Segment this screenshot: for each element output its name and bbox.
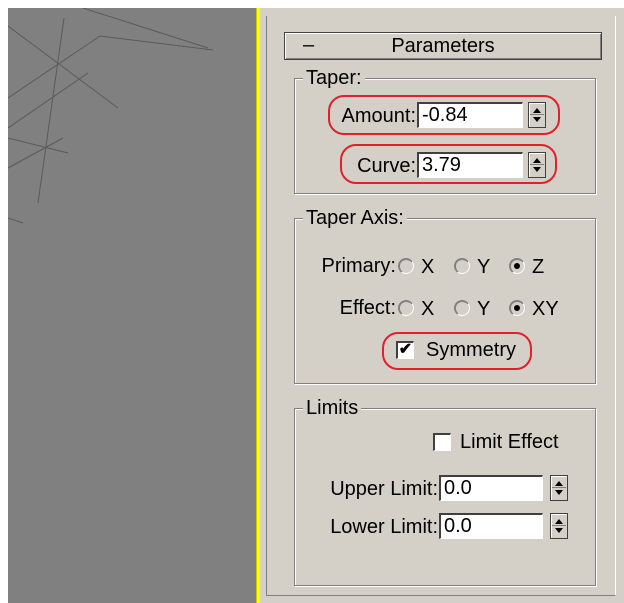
primary-y-radio[interactable] [454,258,470,274]
amount-highlight [328,95,560,135]
viewport-grid [8,8,214,224]
effect-y-radio[interactable] [454,300,470,316]
upper-limit-field[interactable]: 0.0 [439,475,543,501]
spinner-down-icon [555,528,563,533]
primary-z-label: Z [532,256,545,278]
lower-limit-label: Lower Limit: [330,516,438,538]
effect-x-label: X [421,298,435,320]
effect-y-label: Y [477,298,491,320]
spinner-divider [552,487,566,488]
spinner-down-icon [555,490,563,495]
primary-x-label: X [421,256,435,278]
upper-limit-label: Upper Limit: [330,478,438,500]
command-panel: – Parameters Taper: Amount: -0.84 Curve:… [260,8,624,603]
primary-x-radio[interactable] [398,258,414,274]
limit-effect-checkbox[interactable] [433,433,451,451]
primary-z-radio[interactable] [509,258,525,274]
spinner-up-icon [555,519,563,524]
effect-label: Effect: [339,297,396,319]
effect-x-radio[interactable] [398,300,414,316]
lower-limit-spinner[interactable] [550,513,568,539]
upper-limit-spinner[interactable] [550,475,568,501]
primary-y-label: Y [477,256,491,278]
rollout-title: Parameters [391,35,495,57]
curve-highlight [340,144,557,184]
taper-group-label: Taper: [303,66,365,90]
viewport[interactable] [8,8,256,603]
limit-effect-label: Limit Effect [460,431,559,453]
primary-label: Primary: [321,255,396,277]
effect-xy-label: XY [532,298,559,320]
lower-limit-field[interactable]: 0.0 [439,513,543,539]
parameters-rollout-header[interactable]: – Parameters [284,32,602,60]
effect-xy-radio[interactable] [509,300,525,316]
symmetry-highlight [382,332,532,370]
taper-axis-group-label: Taper Axis: [303,206,407,230]
limits-group-label: Limits [303,396,362,420]
spinner-up-icon [555,481,563,486]
spinner-divider [552,525,566,526]
